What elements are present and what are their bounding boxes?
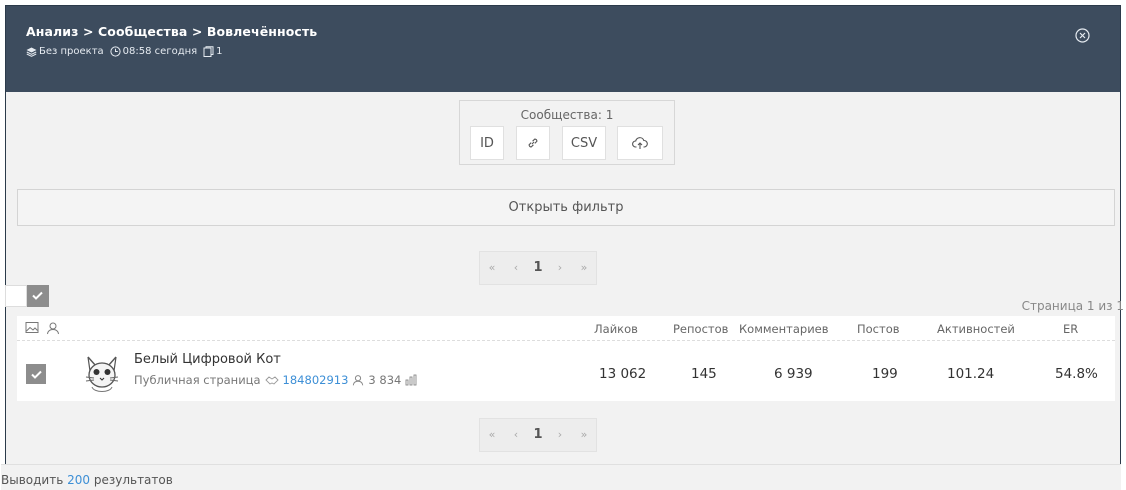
header-meta: Без проекта 08:58 сегодня 1 (26, 46, 223, 57)
export-cloud-button[interactable] (617, 126, 663, 160)
export-id-label: ID (480, 135, 494, 151)
check-icon (32, 291, 43, 300)
modal-header: Анализ > Сообщества > Вовлечённость Без … (6, 6, 1120, 92)
doc-meta: 1 (203, 46, 223, 57)
page-info: Страница 1 из 1 (1021, 299, 1124, 313)
cell-activities: 101.24 (947, 366, 995, 382)
cell-posts: 199 (872, 366, 898, 382)
pagination-bottom: « ‹ 1 › » (479, 418, 597, 452)
image-icon[interactable] (25, 321, 39, 334)
export-link-button[interactable] (516, 126, 550, 160)
breadcrumb: Анализ > Сообщества > Вовлечённость (26, 24, 318, 39)
col-er[interactable]: ER (1063, 322, 1078, 336)
select-all-button[interactable] (27, 285, 49, 307)
page-last[interactable]: » (572, 252, 596, 284)
deselect-all-button[interactable] (5, 285, 27, 307)
cell-comments: 6 939 (774, 366, 813, 382)
link-icon (528, 138, 538, 148)
pagination-top: « ‹ 1 › » (479, 251, 597, 285)
cell-reposts: 145 (691, 366, 717, 382)
community-meta: Публичная страница 184802913 3 834 (134, 373, 418, 387)
col-comments[interactable]: Комментариев (739, 322, 829, 336)
community-type: Публичная страница (134, 373, 261, 387)
cloud-upload-icon (632, 137, 648, 149)
table-header: Лайков Репостов Комментариев Постов Акти… (17, 316, 1115, 341)
user-icon (353, 375, 364, 386)
results-count-link[interactable]: 200 (67, 473, 90, 487)
clock-icon (110, 46, 121, 57)
page-first[interactable]: « (480, 252, 504, 284)
doc-count: 1 (216, 46, 223, 57)
handshake-icon (264, 375, 279, 385)
page-prev[interactable]: ‹ (504, 252, 528, 284)
chart-icon[interactable] (405, 374, 418, 386)
col-posts[interactable]: Постов (857, 322, 900, 336)
time-label: 08:58 сегодня (122, 46, 198, 57)
page-current[interactable]: 1 (528, 252, 548, 284)
page-first[interactable]: « (480, 419, 504, 451)
export-csv-button[interactable]: CSV (562, 126, 606, 160)
page-next[interactable]: › (548, 252, 572, 284)
col-reposts[interactable]: Репостов (673, 322, 728, 336)
col-activities[interactable]: Активностей (937, 322, 1015, 336)
page-prev[interactable]: ‹ (504, 419, 528, 451)
close-button[interactable] (1075, 28, 1090, 43)
community-name[interactable]: Белый Цифровой Кот (134, 352, 281, 367)
export-csv-label: CSV (570, 135, 598, 151)
page-current[interactable]: 1 (528, 419, 548, 451)
page-next[interactable]: › (548, 419, 572, 451)
community-avatar[interactable] (80, 351, 124, 397)
results-per-page: Выводить 200 результатов (1, 464, 1121, 490)
results-table: Лайков Репостов Комментариев Постов Акти… (17, 316, 1115, 401)
export-id-button[interactable]: ID (470, 126, 504, 160)
check-icon (31, 370, 42, 379)
cell-er: 54.8% (1055, 366, 1098, 382)
results-suffix: результатов (93, 473, 173, 487)
community-members: 3 834 (368, 373, 402, 387)
col-likes[interactable]: Лайков (594, 322, 638, 336)
cell-likes: 13 062 (599, 366, 647, 382)
page-last[interactable]: » (572, 419, 596, 451)
communities-count: Сообщества: 1 (520, 108, 614, 122)
layers-icon (26, 47, 37, 57)
row-checkbox[interactable] (26, 364, 46, 384)
results-prefix: Выводить (1, 473, 64, 487)
close-circle-icon (1075, 28, 1090, 43)
open-filter-button[interactable]: Открыть фильтр (17, 189, 1115, 226)
project-meta: Без проекта (26, 46, 104, 57)
community-id-link[interactable]: 184802913 (283, 373, 349, 387)
user-icon[interactable] (46, 321, 60, 335)
project-label: Без проекта (39, 46, 104, 57)
time-meta: 08:58 сегодня (110, 46, 198, 57)
modal-window: Анализ > Сообщества > Вовлечённость Без … (1, 5, 1124, 490)
export-panel: Сообщества: 1 ID CSV (459, 100, 675, 165)
document-icon (203, 46, 214, 57)
